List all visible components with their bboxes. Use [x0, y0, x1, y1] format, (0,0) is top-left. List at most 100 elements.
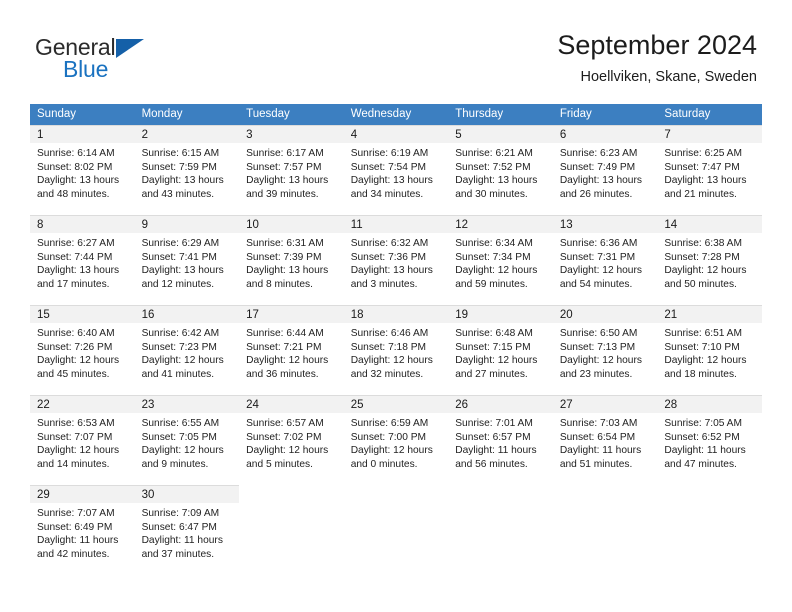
sunset-time: Sunset: 7:26 PM	[37, 341, 113, 353]
calendar-day-cell[interactable]: 17 Sunrise: 6:44 AM Sunset: 7:21 PM Dayligh…	[239, 305, 344, 395]
day-number: 29	[30, 486, 135, 503]
sunrise-time: Sunrise: 7:09 AM	[141, 508, 220, 519]
triangle-flag-icon	[116, 39, 144, 58]
day-number: 24	[239, 396, 344, 413]
calendar-day-cell[interactable]: 18 Sunrise: 6:46 AM Sunset: 7:18 PM Dayligh…	[343, 305, 449, 395]
sunrise-time: Sunrise: 6:57 AM	[246, 418, 324, 429]
day-number: 22	[30, 396, 135, 413]
sunset-time: Sunset: 7:54 PM	[350, 161, 427, 173]
day-number	[448, 485, 553, 502]
calendar-day-cell[interactable]: 19 Sunrise: 6:48 AM Sunset: 7:15 PM Dayligh…	[448, 305, 553, 395]
calendar-day-cell[interactable]: 24 Sunrise: 6:57 AM Sunset: 7:02 PM Dayligh…	[239, 395, 344, 485]
sunset-time: Sunset: 7:36 PM	[350, 251, 427, 263]
calendar-day-cell[interactable]: 25 Sunrise: 6:59 AM Sunset: 7:00 PM Dayligh…	[343, 395, 449, 485]
calendar-day-cell[interactable]: 22 Sunrise: 6:53 AM Sunset: 7:07 PM Dayligh…	[30, 395, 135, 485]
sunrise-time: Sunrise: 6:53 AM	[37, 418, 115, 429]
sunset-time: Sunset: 7:59 PM	[141, 161, 217, 173]
day-number: 4	[343, 126, 449, 143]
calendar-empty-cell	[239, 485, 344, 575]
day-cell-inner: 9 Sunrise: 6:29 AM Sunset: 7:41 PM Daylight…	[134, 215, 240, 305]
sunset-time: Sunset: 7:05 PM	[141, 431, 217, 443]
daylight-duration-line2: and 48 minutes.	[37, 188, 110, 200]
day-cell-inner	[657, 485, 762, 575]
calendar-day-cell[interactable]: 28 Sunrise: 7:05 AM Sunset: 6:52 PM Dayligh…	[657, 395, 762, 485]
sunrise-time: Sunrise: 6:36 AM	[559, 238, 638, 249]
day-cell-inner: 13 Sunrise: 6:36 AM Sunset: 7:31 PM Dayligh…	[552, 215, 658, 305]
daylight-duration-line1: Daylight: 13 hours	[350, 265, 433, 277]
calendar-day-cell[interactable]: 10 Sunrise: 6:31 AM Sunset: 7:39 PM Dayligh…	[239, 215, 344, 305]
day-number: 15	[30, 306, 135, 323]
day-details: Sunrise: 6:23 AM Sunset: 7:49 PM Daylight:…	[553, 143, 658, 201]
day-number: 16	[134, 306, 240, 323]
daylight-duration-line2: and 3 minutes.	[350, 278, 418, 290]
calendar-day-cell[interactable]: 14 Sunrise: 6:38 AM Sunset: 7:28 PM Dayligh…	[657, 215, 762, 305]
daylight-duration-line2: and 30 minutes.	[455, 188, 528, 200]
daylight-duration-line2: and 8 minutes.	[246, 278, 313, 290]
daylight-duration-line2: and 36 minutes.	[246, 368, 319, 380]
calendar-day-cell[interactable]: 21 Sunrise: 6:51 AM Sunset: 7:10 PM Dayligh…	[657, 305, 762, 395]
day-details: Sunrise: 6:46 AM Sunset: 7:18 PM Daylight:…	[344, 323, 449, 381]
day-number: 10	[239, 216, 344, 233]
day-cell-inner: 11 Sunrise: 6:32 AM Sunset: 7:36 PM Dayligh…	[343, 215, 449, 305]
daylight-duration-line1: Daylight: 12 hours	[664, 265, 747, 277]
day-number: 17	[239, 306, 344, 323]
day-number: 5	[448, 126, 553, 143]
sunset-time: Sunset: 6:47 PM	[141, 521, 217, 533]
daylight-duration-line1: Daylight: 12 hours	[350, 355, 433, 367]
weekday-header-saturday: Saturday	[657, 104, 762, 125]
weekday-header-wednesday: Wednesday	[343, 104, 449, 125]
calendar-day-cell[interactable]: 1 Sunrise: 6:14 AM Sunset: 8:02 PM Daylight…	[30, 125, 135, 215]
calendar-day-cell[interactable]: 9 Sunrise: 6:29 AM Sunset: 7:41 PM Daylight…	[134, 215, 240, 305]
calendar-day-cell[interactable]: 4 Sunrise: 6:19 AM Sunset: 7:54 PM Daylight…	[343, 125, 449, 215]
calendar-day-cell[interactable]: 5 Sunrise: 6:21 AM Sunset: 7:52 PM Daylight…	[448, 125, 553, 215]
day-number: 14	[657, 216, 762, 233]
sunrise-time: Sunrise: 6:38 AM	[664, 238, 742, 249]
general-blue-logo[interactable]: General Blue	[35, 34, 235, 86]
calendar-day-cell[interactable]: 3 Sunrise: 6:17 AM Sunset: 7:57 PM Daylight…	[239, 125, 344, 215]
calendar-week-row: 22 Sunrise: 6:53 AM Sunset: 7:07 PM Dayligh…	[30, 395, 762, 485]
daylight-duration-line1: Daylight: 12 hours	[559, 265, 642, 277]
daylight-duration-line1: Daylight: 11 hours	[141, 535, 223, 547]
daylight-duration-line2: and 56 minutes.	[455, 458, 528, 470]
calendar-day-cell[interactable]: 13 Sunrise: 6:36 AM Sunset: 7:31 PM Dayligh…	[552, 215, 658, 305]
sunrise-time: Sunrise: 6:50 AM	[559, 328, 638, 339]
calendar-day-cell[interactable]: 6 Sunrise: 6:23 AM Sunset: 7:49 PM Daylight…	[552, 125, 658, 215]
day-cell-inner	[553, 485, 658, 575]
calendar-day-cell[interactable]: 2 Sunrise: 6:15 AM Sunset: 7:59 PM Daylight…	[134, 125, 240, 215]
day-cell-inner: 6 Sunrise: 6:23 AM Sunset: 7:49 PM Daylight…	[552, 125, 658, 215]
day-cell-inner: 3 Sunrise: 6:17 AM Sunset: 7:57 PM Daylight…	[239, 125, 344, 215]
sunset-time: Sunset: 7:23 PM	[141, 341, 217, 353]
calendar-day-cell[interactable]: 16 Sunrise: 6:42 AM Sunset: 7:23 PM Dayligh…	[134, 305, 240, 395]
calendar-day-cell[interactable]: 29 Sunrise: 7:07 AM Sunset: 6:49 PM Dayligh…	[30, 485, 135, 575]
weekday-header-tuesday: Tuesday	[239, 104, 344, 125]
daylight-duration-line1: Daylight: 13 hours	[37, 175, 120, 187]
day-details: Sunrise: 6:31 AM Sunset: 7:39 PM Daylight:…	[239, 233, 344, 291]
day-cell-inner: 28 Sunrise: 7:05 AM Sunset: 6:52 PM Dayligh…	[657, 395, 762, 485]
day-cell-inner: 24 Sunrise: 6:57 AM Sunset: 7:02 PM Dayligh…	[239, 395, 344, 485]
calendar-day-cell[interactable]: 11 Sunrise: 6:32 AM Sunset: 7:36 PM Dayligh…	[343, 215, 449, 305]
calendar-day-cell[interactable]: 7 Sunrise: 6:25 AM Sunset: 7:47 PM Daylight…	[657, 125, 762, 215]
calendar-day-cell[interactable]: 26 Sunrise: 7:01 AM Sunset: 6:57 PM Dayligh…	[448, 395, 553, 485]
sunset-time: Sunset: 7:34 PM	[455, 251, 531, 263]
calendar-day-cell[interactable]: 15 Sunrise: 6:40 AM Sunset: 7:26 PM Dayligh…	[30, 305, 135, 395]
calendar-day-cell[interactable]: 12 Sunrise: 6:34 AM Sunset: 7:34 PM Dayligh…	[448, 215, 553, 305]
day-details: Sunrise: 6:55 AM Sunset: 7:05 PM Daylight:…	[135, 413, 240, 471]
calendar-empty-cell	[552, 485, 658, 575]
sunrise-time: Sunrise: 6:27 AM	[37, 238, 115, 249]
calendar-day-cell[interactable]: 20 Sunrise: 6:50 AM Sunset: 7:13 PM Dayligh…	[552, 305, 658, 395]
calendar-day-cell[interactable]: 27 Sunrise: 7:03 AM Sunset: 6:54 PM Dayligh…	[552, 395, 658, 485]
sunrise-time: Sunrise: 6:19 AM	[350, 148, 429, 159]
daylight-duration-line2: and 50 minutes.	[664, 278, 737, 290]
calendar-day-cell[interactable]: 23 Sunrise: 6:55 AM Sunset: 7:05 PM Dayligh…	[134, 395, 240, 485]
logo-text-blue: Blue	[63, 56, 109, 82]
calendar-page: General Blue September 2024 Hoellviken, …	[0, 0, 792, 612]
day-number: 26	[448, 396, 553, 413]
daylight-duration-line2: and 9 minutes.	[141, 458, 209, 470]
day-details: Sunrise: 6:59 AM Sunset: 7:00 PM Daylight:…	[344, 413, 449, 471]
calendar-day-cell[interactable]: 8 Sunrise: 6:27 AM Sunset: 7:44 PM Daylight…	[30, 215, 135, 305]
day-details: Sunrise: 7:07 AM Sunset: 6:49 PM Daylight:…	[30, 503, 135, 561]
daylight-duration-line1: Daylight: 13 hours	[664, 175, 747, 187]
day-cell-inner: 20 Sunrise: 6:50 AM Sunset: 7:13 PM Dayligh…	[552, 305, 658, 395]
calendar-body: 1 Sunrise: 6:14 AM Sunset: 8:02 PM Daylight…	[30, 125, 762, 575]
calendar-day-cell[interactable]: 30 Sunrise: 7:09 AM Sunset: 6:47 PM Dayligh…	[134, 485, 240, 575]
